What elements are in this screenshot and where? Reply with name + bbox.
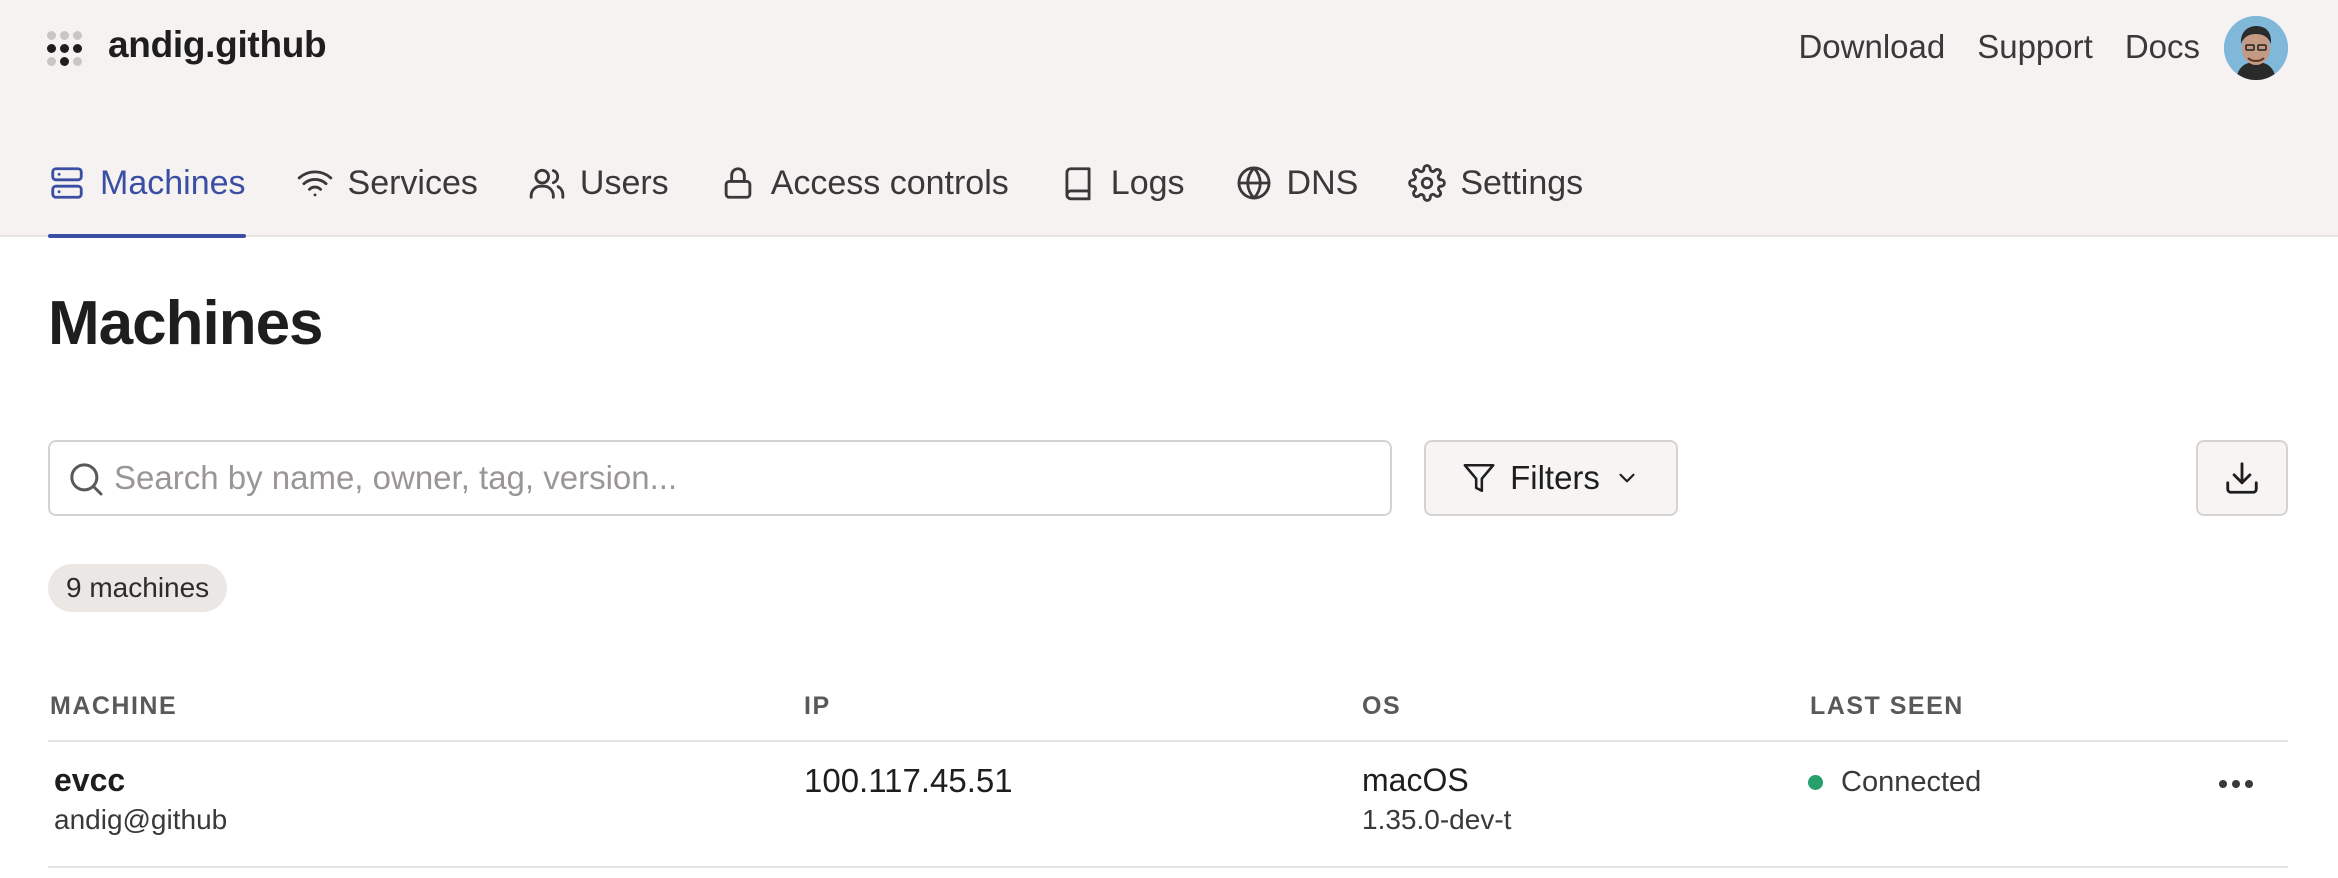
ellipsis-dot-icon	[2219, 780, 2227, 788]
table-header: MACHINE IP OS LAST SEEN	[48, 692, 2288, 742]
machine-version: 1.35.0-dev-t	[1362, 804, 1512, 835]
tailscale-logo-icon[interactable]	[47, 31, 83, 67]
tab-logs-label: Logs	[1110, 164, 1185, 202]
globe-icon	[1237, 166, 1270, 200]
tab-services[interactable]: Services	[296, 158, 478, 238]
machine-ip[interactable]: 100.117.45.51	[804, 762, 1013, 800]
tab-access-controls[interactable]: Access controls	[719, 158, 1009, 238]
status-dot-icon	[1808, 775, 1823, 790]
machine-os: macOS	[1362, 762, 1469, 798]
top-links: Download Support Docs	[1798, 28, 2200, 66]
machine-count-badge: 9 machines	[48, 564, 228, 612]
search-icon	[70, 463, 103, 496]
machine-name[interactable]: evcc	[54, 762, 125, 799]
download-icon	[2226, 462, 2258, 494]
users-icon	[529, 168, 565, 199]
docs-link[interactable]: Docs	[2125, 28, 2200, 66]
column-header-last-seen[interactable]: LAST SEEN	[1810, 692, 1964, 721]
tab-machines[interactable]: Machines	[48, 158, 246, 238]
tab-dns-label: DNS	[1286, 164, 1359, 202]
table-row[interactable]: evcc andig@github 100.117.45.51 macOS 1.…	[48, 742, 2288, 868]
lock-icon	[724, 167, 751, 199]
filters-label: Filters	[1510, 459, 1600, 496]
download-link[interactable]: Download	[1798, 28, 1945, 66]
tab-settings-label: Settings	[1460, 164, 1584, 202]
tab-machines-label: Machines	[100, 164, 246, 202]
filters-button[interactable]: Filters	[1424, 440, 1678, 516]
export-download-button[interactable]	[2196, 440, 2288, 516]
tab-logs[interactable]: Logs	[1059, 158, 1185, 238]
chevron-down-icon	[1619, 473, 1635, 483]
tab-users-label: Users	[579, 164, 669, 202]
page-title: Machines	[48, 289, 324, 358]
support-link[interactable]: Support	[1977, 28, 2093, 66]
machine-owner: andig@github	[54, 804, 228, 835]
wifi-icon	[297, 170, 332, 197]
search-input[interactable]	[114, 442, 1374, 514]
main-nav-tabs: Machines Services Users Access controls …	[48, 158, 1633, 238]
machine-last-seen: Connected	[1808, 766, 1981, 799]
tab-settings[interactable]: Settings	[1408, 158, 1583, 238]
search-box[interactable]	[48, 440, 1392, 516]
tab-dns[interactable]: DNS	[1235, 158, 1359, 238]
gear-icon	[1408, 164, 1447, 202]
column-header-ip[interactable]: IP	[804, 692, 831, 721]
book-icon	[1065, 167, 1091, 201]
tab-users[interactable]: Users	[528, 158, 669, 238]
column-header-machine[interactable]: MACHINE	[50, 692, 177, 721]
status-label: Connected	[1841, 766, 1982, 798]
ellipsis-dot-icon	[2232, 780, 2240, 788]
ellipsis-dot-icon	[2245, 780, 2253, 788]
tab-services-label: Services	[347, 164, 478, 202]
row-actions-menu-button[interactable]	[2212, 764, 2260, 804]
filter-icon	[1463, 463, 1495, 493]
server-icon	[51, 167, 83, 199]
tab-access-controls-label: Access controls	[770, 164, 1009, 202]
user-avatar[interactable]	[2224, 16, 2288, 80]
column-header-os[interactable]: OS	[1362, 692, 1401, 721]
avatar-image	[2224, 16, 2288, 80]
org-name[interactable]: andig.github	[108, 24, 327, 66]
top-header: andig.github Download Support Docs Machi…	[0, 0, 2338, 238]
